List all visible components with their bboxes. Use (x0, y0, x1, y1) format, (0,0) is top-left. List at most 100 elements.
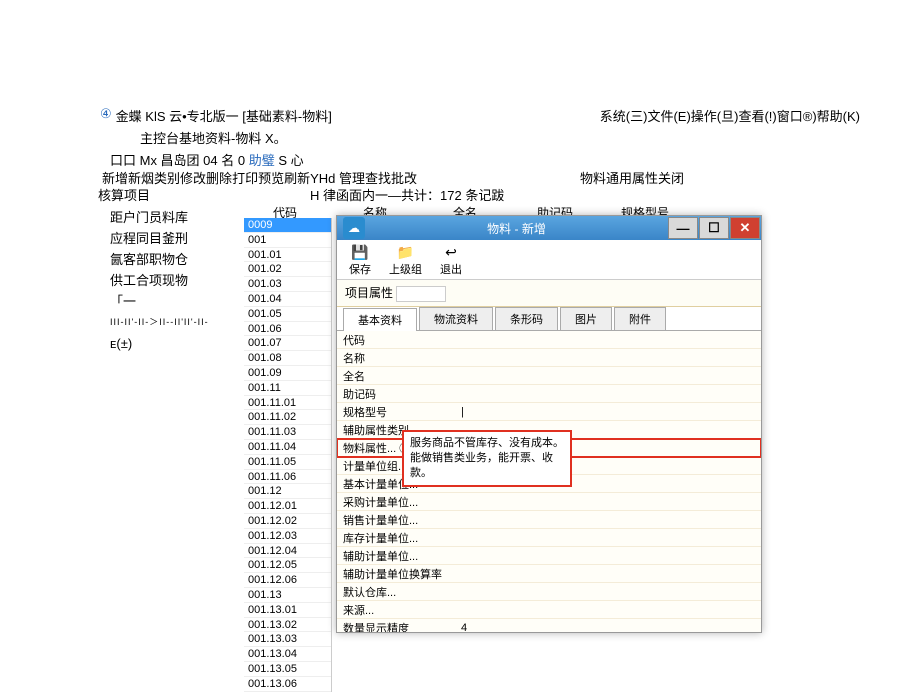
form-value[interactable]: 4 (457, 622, 761, 633)
code-row[interactable]: 001.13.01 (244, 603, 331, 618)
code-row[interactable]: 001.11.04 (244, 440, 331, 455)
code-row[interactable]: 001 (244, 233, 331, 248)
blue-link[interactable]: 助璧 (249, 153, 275, 168)
code-row[interactable]: 001.06 (244, 322, 331, 337)
menu-system[interactable]: 系统(三) (600, 106, 648, 125)
tab-basic[interactable]: 基本资料 (343, 308, 417, 331)
form-row[interactable]: 默认仓库... (337, 583, 761, 601)
form-row[interactable]: 助记码 (337, 385, 761, 403)
left-item[interactable]: 氤客部职物仓 (110, 249, 230, 270)
form-row[interactable]: 代码 (337, 331, 761, 349)
form-row[interactable]: 辅助计量单位换算率 (337, 565, 761, 583)
code-row[interactable]: 001.13 (244, 588, 331, 603)
code-row[interactable]: 001.13.03 (244, 632, 331, 647)
code-row[interactable]: 001.12.06 (244, 573, 331, 588)
dialog-tabs: 基本资料 物流资料 条形码 图片 附件 (337, 307, 761, 330)
project-attr-input[interactable] (396, 286, 446, 302)
code-row[interactable]: 001.13.06 (244, 677, 331, 692)
minimize-button[interactable]: — (668, 217, 698, 239)
code-row[interactable]: 001.13.04 (244, 647, 331, 662)
code-list: 0009001001.01001.02001.03001.04001.05001… (244, 218, 332, 692)
form-row[interactable]: 库存计量单位... (337, 529, 761, 547)
tb-close-common[interactable]: 物料通用属性关闭 (580, 168, 684, 187)
left-item[interactable]: ᴇ(±) (110, 333, 230, 354)
code-row[interactable]: 001.13.05 (244, 662, 331, 677)
form-row[interactable]: 销售计量单位... (337, 511, 761, 529)
app-title: 金蝶 KlS 云•专北版一 [基础素料-物料] (116, 106, 332, 125)
main-menu-bar: 系统(三) 文件(E) 操作(旦) 查看(!) 窗口®) 帮助(K) (600, 106, 860, 125)
left-item[interactable]: 应程同目釜刑 (110, 228, 230, 249)
status-count: H 律函面内一—共计：172 条记跋 (310, 185, 504, 204)
form-row[interactable]: 全名 (337, 367, 761, 385)
form-label: 销售计量单位... (337, 512, 457, 528)
form-label: 规格型号 (337, 404, 457, 420)
code-row[interactable]: 001.12.04 (244, 544, 331, 559)
form-label: 来源... (337, 602, 457, 618)
tab-attach[interactable]: 附件 (614, 307, 666, 330)
code-row[interactable]: 001.12.02 (244, 514, 331, 529)
form-label: 代码 (337, 332, 457, 348)
form-label: 默认仓库... (337, 584, 457, 600)
tab-image[interactable]: 图片 (560, 307, 612, 330)
left-item[interactable]: 「一 (110, 291, 230, 312)
code-row[interactable]: 001.11.05 (244, 455, 331, 470)
form-row[interactable]: 采购计量单位... (337, 493, 761, 511)
form-row[interactable]: 数量显示精度4 (337, 619, 761, 632)
menu-view[interactable]: 查看(!) (738, 106, 776, 125)
circ-num-icon: ④ (100, 106, 112, 125)
left-item[interactable]: 距户门员料库 (110, 207, 230, 228)
code-row[interactable]: 001.05 (244, 307, 331, 322)
form-row[interactable]: 辅助计量单位... (337, 547, 761, 565)
form-row[interactable]: 来源... (337, 601, 761, 619)
code-row[interactable]: 001.08 (244, 351, 331, 366)
save-button[interactable]: 💾 保存 (349, 244, 371, 277)
code-row[interactable]: 001.13.02 (244, 618, 331, 633)
menu-operate[interactable]: 操作(旦) (691, 106, 739, 125)
close-button[interactable]: ✕ (730, 217, 760, 239)
menu-window[interactable]: 窗口®) (777, 106, 817, 125)
code-row[interactable]: 001.11.02 (244, 410, 331, 425)
up-folder-icon: 📁 (398, 244, 414, 260)
sub-line: 口口 Mx 昌岛团 04 名 0 助璧 S 心 (110, 150, 304, 169)
form-row[interactable]: 规格型号| (337, 403, 761, 421)
left-item[interactable]: 供工合项现物 (110, 270, 230, 291)
form-value[interactable]: | (457, 406, 761, 418)
tab-logistics[interactable]: 物流资料 (419, 307, 493, 330)
parent-group-button[interactable]: 📁 上级组 (389, 244, 422, 277)
tab-barcode[interactable]: 条形码 (495, 307, 558, 330)
code-row[interactable]: 001.01 (244, 248, 331, 263)
form-label: 名称 (337, 350, 457, 366)
code-row[interactable]: 001.02 (244, 262, 331, 277)
form-row[interactable]: 名称 (337, 349, 761, 367)
code-row[interactable]: 001.07 (244, 336, 331, 351)
form-label: 辅助计量单位换算率 (337, 566, 457, 582)
code-row[interactable]: 001.11.03 (244, 425, 331, 440)
code-row[interactable]: 001.11.01 (244, 396, 331, 411)
code-row[interactable]: 001.04 (244, 292, 331, 307)
breadcrumb: 主控台基地资料-物料 X。 (140, 128, 287, 147)
code-row[interactable]: 001.12.03 (244, 529, 331, 544)
dialog-title: 物料 - 新增 (365, 220, 668, 237)
code-row[interactable]: 001.11 (244, 381, 331, 396)
code-row[interactable]: 001.03 (244, 277, 331, 292)
exit-button[interactable]: ↩ 退出 (440, 244, 462, 277)
code-row[interactable]: 001.12.05 (244, 558, 331, 573)
code-row[interactable]: 001.12.01 (244, 499, 331, 514)
left-tree-panel: 距户门员料库 应程同目釜刑 氤客部职物仓 供工合项现物 「一 III-II'-I… (110, 207, 230, 354)
status-left: 核算项目 (98, 185, 150, 204)
menu-file[interactable]: 文件(E) (647, 106, 690, 125)
code-row[interactable]: 001.11.06 (244, 470, 331, 485)
code-row[interactable]: 0009 (244, 218, 331, 233)
material-new-dialog: ☁ 物料 - 新增 — ☐ ✕ 💾 保存 📁 上级组 ↩ 退出 项目属性 基本资… (336, 215, 762, 633)
save-icon: 💾 (352, 244, 368, 260)
form-label: 库存计量单位... (337, 530, 457, 546)
form-label: 数量显示精度 (337, 620, 457, 633)
code-row[interactable]: 001.12 (244, 484, 331, 499)
form-label: 采购计量单位... (337, 494, 457, 510)
project-attr-label: 项目属性 (345, 286, 393, 300)
code-row[interactable]: 001.09 (244, 366, 331, 381)
maximize-button[interactable]: ☐ (699, 217, 729, 239)
left-item[interactable]: III-II'-II-＞II--II'II'-II- (110, 312, 230, 333)
hint-callout: 服务商品不管库存、没有成本。 能做销售类业务，能开票、收款。 (402, 430, 572, 487)
menu-help[interactable]: 帮助(K) (817, 106, 860, 125)
